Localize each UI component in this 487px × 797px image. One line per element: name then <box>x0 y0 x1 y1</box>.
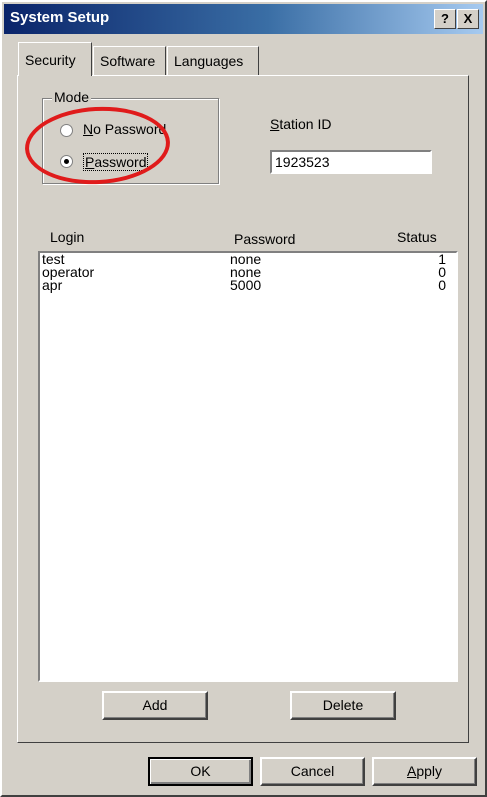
status-column-header: Status <box>397 229 437 245</box>
password-radio[interactable] <box>60 155 73 168</box>
password-label-rest: assword <box>94 154 147 170</box>
apply-label-rest: pply <box>416 763 443 779</box>
mode-group-label: Mode <box>52 89 92 105</box>
apply-mnemonic: A <box>406 763 417 779</box>
ok-button[interactable]: OK <box>148 757 253 786</box>
password-label[interactable]: Password <box>83 153 149 171</box>
no-password-label[interactable]: No Password <box>83 121 166 137</box>
mode-groupbox <box>42 98 219 184</box>
no-password-radio[interactable] <box>60 124 73 137</box>
login-cell: apr <box>42 277 63 293</box>
station-id-mnemonic: S <box>270 116 280 132</box>
no-password-label-mnemonic: N <box>83 121 94 137</box>
apply-button[interactable]: Apply <box>372 757 477 786</box>
close-button[interactable]: X <box>457 9 479 29</box>
cancel-button[interactable]: Cancel <box>260 757 365 786</box>
password-label-mnemonic: P <box>85 154 95 170</box>
add-button[interactable]: Add <box>102 691 208 720</box>
users-listbox[interactable]: test none 1 operator none 0 apr 5000 0 <box>38 251 458 682</box>
list-item[interactable]: apr 5000 0 <box>40 277 456 293</box>
tab-software[interactable]: Software <box>93 46 166 76</box>
station-id-field[interactable] <box>270 150 432 174</box>
login-column-header: Login <box>50 229 85 245</box>
window-title: System Setup <box>10 9 110 26</box>
tab-security[interactable]: Security <box>18 42 92 76</box>
station-id-label-rest: tation ID <box>279 116 332 132</box>
radio-selected-dot <box>64 159 69 164</box>
title-bar[interactable]: System Setup ? X <box>4 4 483 34</box>
password-column-header: Password <box>234 231 296 247</box>
delete-button[interactable]: Delete <box>290 691 396 720</box>
station-id-label: Station ID <box>270 116 331 132</box>
help-button[interactable]: ? <box>434 9 456 29</box>
no-password-label-rest: o Password <box>93 121 167 137</box>
status-cell: 0 <box>438 277 446 293</box>
tab-languages[interactable]: Languages <box>167 46 259 76</box>
password-cell: 5000 <box>230 277 262 293</box>
